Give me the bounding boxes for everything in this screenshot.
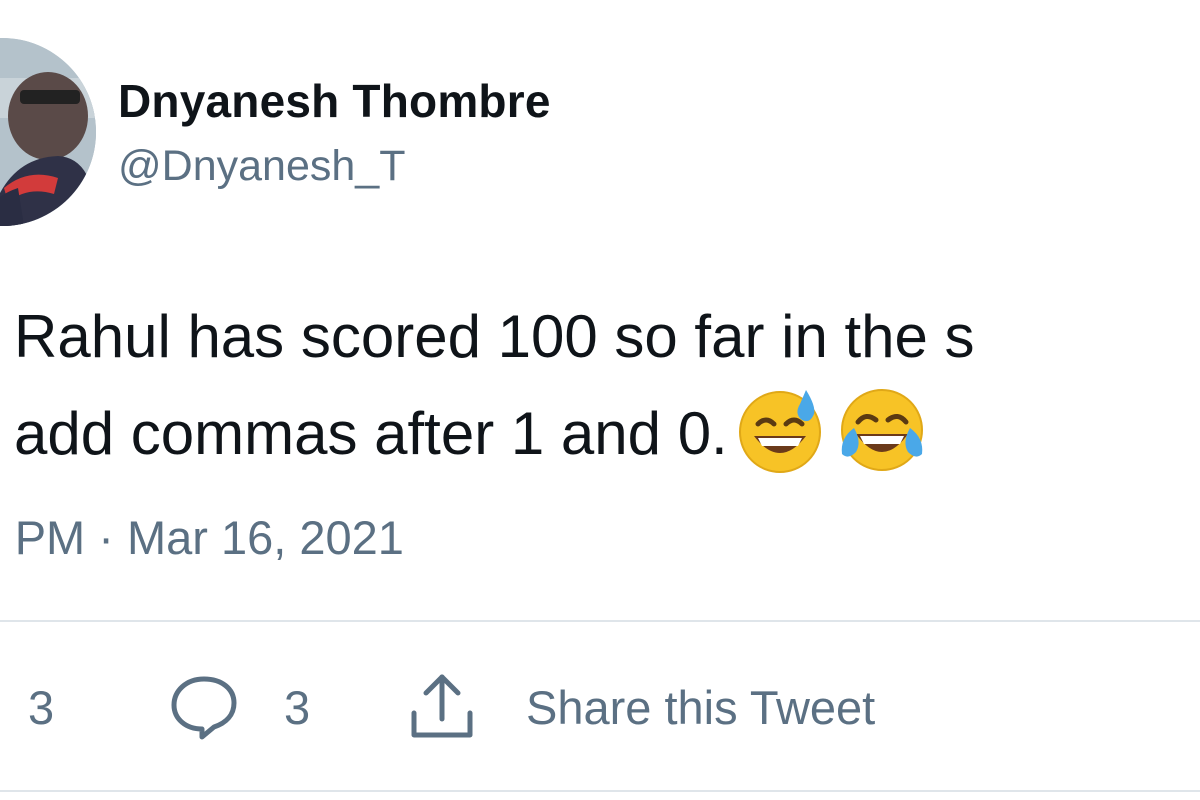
like-count-value: 3 xyxy=(28,680,55,734)
reply-button[interactable]: 3 xyxy=(168,665,310,749)
divider xyxy=(0,620,1200,622)
divider-bottom xyxy=(0,790,1200,792)
avatar[interactable] xyxy=(0,38,96,226)
upload-arrow-icon xyxy=(404,669,480,745)
tweet-card: Dnyanesh Thombre @Dnyanesh_T Rahul has s… xyxy=(0,0,1200,800)
speech-bubble-icon xyxy=(168,671,240,743)
tweet-text: Rahul has scored 100 so far in the s add… xyxy=(14,290,1200,478)
tweet-timestamp[interactable]: ) PM · Mar 16, 2021 xyxy=(0,510,404,565)
reply-count: 3 xyxy=(284,680,311,734)
timestamp-text: ) PM · Mar 16, 2021 xyxy=(0,511,404,564)
share-label: Share this Tweet xyxy=(526,680,876,734)
share-button[interactable]: Share this Tweet xyxy=(404,665,875,749)
display-name[interactable]: Dnyanesh Thombre xyxy=(118,74,551,128)
user-handle[interactable]: @Dnyanesh_T xyxy=(118,142,405,191)
face-with-tears-of-joy-icon xyxy=(836,384,928,476)
tweet-text-line-2: add commas after 1 and 0. xyxy=(14,384,1200,478)
tweet-text-line-2-text: add commas after 1 and 0. xyxy=(14,400,728,467)
tweet-actions: 3 3 Share this Tweet xyxy=(0,665,1200,749)
grinning-face-with-sweat-icon xyxy=(736,384,828,476)
tweet-text-line-1: Rahul has scored 100 so far in the s xyxy=(14,303,975,370)
like-count[interactable]: 3 xyxy=(28,665,54,749)
